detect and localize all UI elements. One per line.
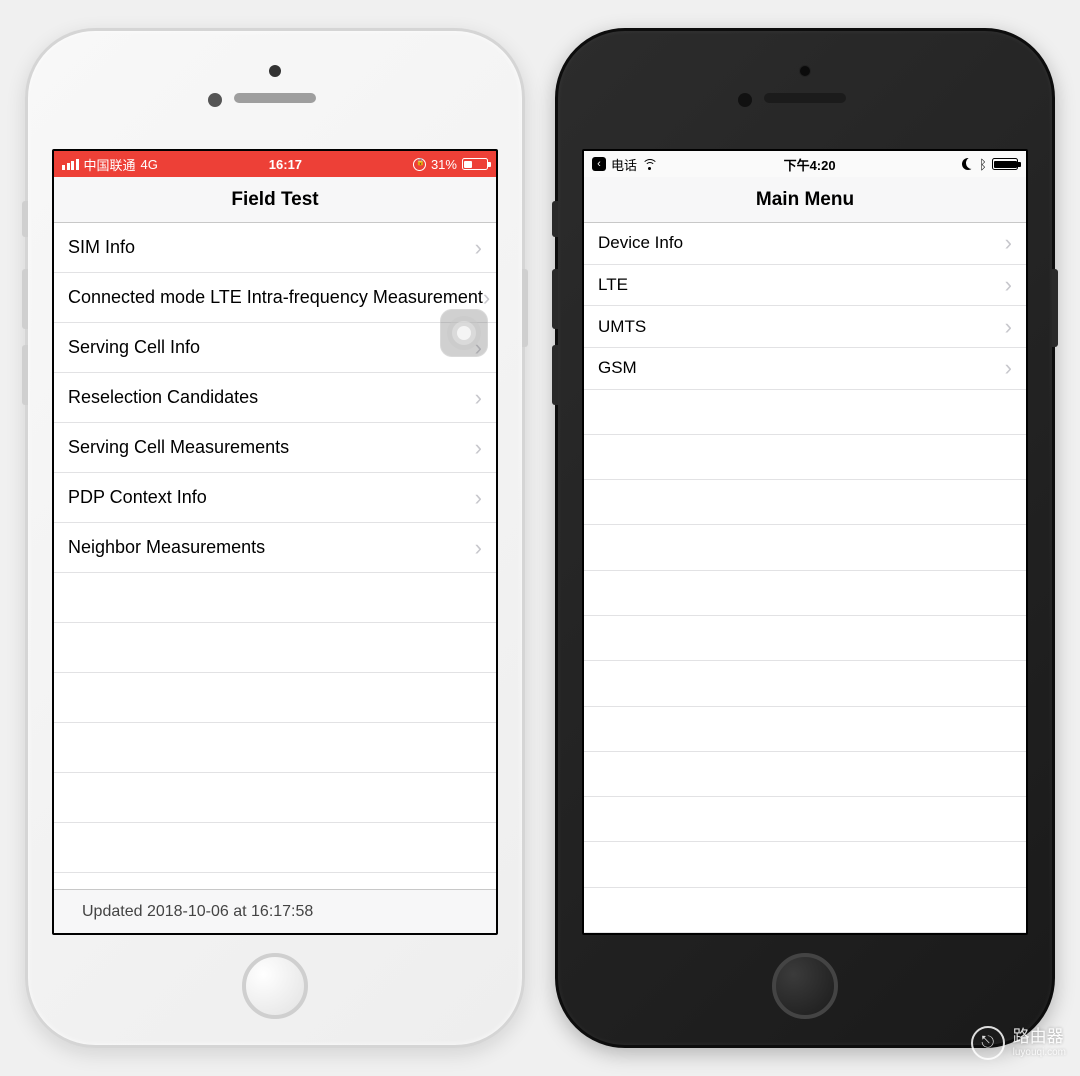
chevron-right-icon: › xyxy=(1005,232,1012,254)
earpiece-speaker xyxy=(234,93,316,103)
status-bar: 中国联通 4G 16:17 31% xyxy=(54,151,496,177)
blank-row xyxy=(54,823,496,873)
camera-hole xyxy=(799,65,811,77)
row-label: Neighbor Measurements xyxy=(68,537,265,558)
phone-white: 中国联通 4G 16:17 31% Field Test SIM Info › C… xyxy=(25,28,525,1048)
battery-percent: 31% xyxy=(431,157,457,172)
nav-title: Field Test xyxy=(54,177,496,223)
blank-row xyxy=(54,723,496,773)
signal-icon xyxy=(62,159,79,170)
blank-row xyxy=(584,435,1026,480)
watermark-label: 路由器 xyxy=(1013,1028,1066,1047)
blank-row xyxy=(584,571,1026,616)
chevron-right-icon: › xyxy=(1005,316,1012,338)
volume-down-button xyxy=(22,345,28,405)
wifi-icon xyxy=(642,159,657,170)
mute-switch xyxy=(552,201,558,237)
row-label: Serving Cell Info xyxy=(68,337,200,358)
row-label: Connected mode LTE Intra-frequency Measu… xyxy=(68,287,483,308)
do-not-disturb-icon xyxy=(962,158,974,170)
blank-row xyxy=(584,842,1026,887)
page-title: Main Menu xyxy=(756,189,854,211)
blank-row xyxy=(54,573,496,623)
home-button[interactable] xyxy=(242,953,308,1019)
status-time: 下午4:20 xyxy=(784,155,836,174)
earpiece-speaker xyxy=(764,93,846,103)
blank-row xyxy=(584,390,1026,435)
updated-footer: Updated 2018-10-06 at 16:17:58 xyxy=(54,889,496,933)
row-reselection-candidates[interactable]: Reselection Candidates › xyxy=(54,373,496,423)
row-label: PDP Context Info xyxy=(68,487,207,508)
camera-hole xyxy=(269,65,281,77)
phone-black: ‹ 电话 下午4:20 ᛒ Main Menu Device Info › LTE… xyxy=(555,28,1055,1048)
row-label: GSM xyxy=(598,358,637,378)
battery-icon xyxy=(462,158,488,170)
row-umts[interactable]: UMTS › xyxy=(584,306,1026,348)
field-test-list: SIM Info › Connected mode LTE Intra-frequ… xyxy=(54,223,496,933)
chevron-right-icon: › xyxy=(475,487,482,509)
power-button xyxy=(522,269,528,347)
row-label: UMTS xyxy=(598,317,646,337)
blank-row xyxy=(584,616,1026,661)
blank-row xyxy=(54,623,496,673)
row-lte[interactable]: LTE › xyxy=(584,265,1026,307)
updated-label: Updated 2018-10-06 at 16:17:58 xyxy=(82,903,313,921)
screen-right: ‹ 电话 下午4:20 ᛒ Main Menu Device Info › LTE… xyxy=(582,149,1028,935)
blank-row xyxy=(584,480,1026,525)
home-button[interactable] xyxy=(772,953,838,1019)
volume-down-button xyxy=(552,345,558,405)
status-time: 16:17 xyxy=(269,157,302,172)
blank-row xyxy=(54,773,496,823)
bluetooth-icon: ᛒ xyxy=(979,158,987,171)
orientation-lock-icon xyxy=(413,158,426,171)
mute-switch xyxy=(22,201,28,237)
row-serving-cell-measurements[interactable]: Serving Cell Measurements › xyxy=(54,423,496,473)
blank-row xyxy=(54,673,496,723)
watermark: ⎋ 路由器 luyouqi.com xyxy=(971,1026,1066,1060)
blank-row xyxy=(584,797,1026,842)
blank-row xyxy=(584,888,1026,933)
chevron-right-icon: › xyxy=(475,387,482,409)
row-label: LTE xyxy=(598,275,628,295)
row-connected-mode-lte[interactable]: Connected mode LTE Intra-frequency Measu… xyxy=(54,273,496,323)
status-bar: ‹ 电话 下午4:20 ᛒ xyxy=(584,151,1026,177)
nav-title: Main Menu xyxy=(584,177,1026,223)
sensor-dot xyxy=(738,93,752,107)
back-to-app-label[interactable]: 电话 xyxy=(611,155,637,174)
watermark-logo-icon: ⎋ xyxy=(971,1026,1005,1060)
network-type-label: 4G xyxy=(141,157,158,172)
sensor-dot xyxy=(208,93,222,107)
row-label: SIM Info xyxy=(68,237,135,258)
chevron-right-icon: › xyxy=(1005,274,1012,296)
chevron-right-icon: › xyxy=(475,237,482,259)
row-sim-info[interactable]: SIM Info › xyxy=(54,223,496,273)
watermark-domain: luyouqi.com xyxy=(1013,1047,1066,1058)
blank-row xyxy=(584,752,1026,797)
power-button xyxy=(1052,269,1058,347)
main-menu-list: Device Info › LTE › UMTS › GSM › xyxy=(584,223,1026,933)
volume-up-button xyxy=(552,269,558,329)
chevron-right-icon: › xyxy=(483,287,490,309)
row-label: Device Info xyxy=(598,233,683,253)
row-pdp-context-info[interactable]: PDP Context Info › xyxy=(54,473,496,523)
volume-up-button xyxy=(22,269,28,329)
blank-row xyxy=(584,525,1026,570)
row-label: Reselection Candidates xyxy=(68,387,258,408)
blank-row xyxy=(584,661,1026,706)
row-gsm[interactable]: GSM › xyxy=(584,348,1026,390)
chevron-right-icon: › xyxy=(475,537,482,559)
page-title: Field Test xyxy=(231,189,318,211)
chevron-right-icon: › xyxy=(475,437,482,459)
blank-row xyxy=(584,707,1026,752)
assistive-touch-button[interactable] xyxy=(440,309,488,357)
back-to-app-icon[interactable]: ‹ xyxy=(592,157,606,171)
screen-left: 中国联通 4G 16:17 31% Field Test SIM Info › C… xyxy=(52,149,498,935)
row-label: Serving Cell Measurements xyxy=(68,437,289,458)
battery-icon xyxy=(992,158,1018,170)
row-neighbor-measurements[interactable]: Neighbor Measurements › xyxy=(54,523,496,573)
row-device-info[interactable]: Device Info › xyxy=(584,223,1026,265)
carrier-label: 中国联通 xyxy=(84,155,136,174)
row-serving-cell-info[interactable]: Serving Cell Info› xyxy=(54,323,496,373)
chevron-right-icon: › xyxy=(1005,357,1012,379)
